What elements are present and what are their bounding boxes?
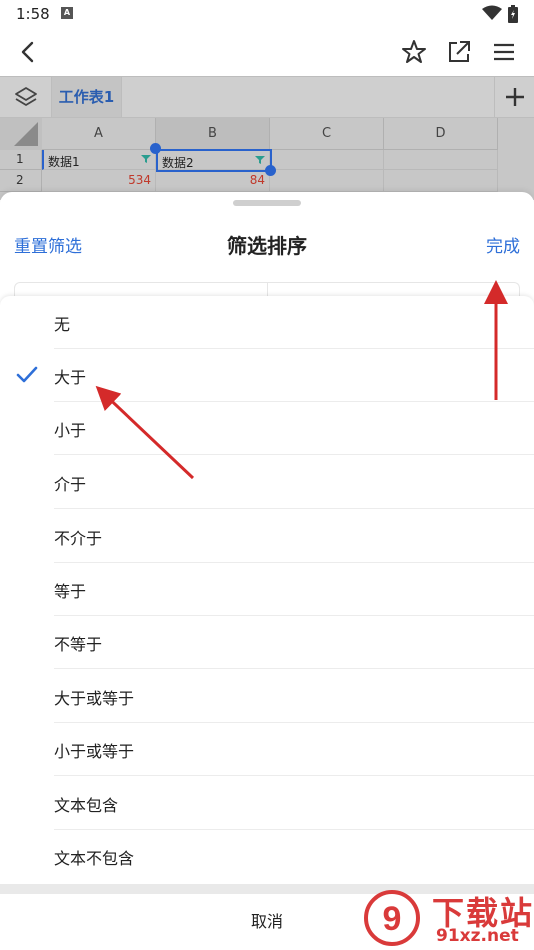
check-icon xyxy=(16,366,38,383)
option-label: 等于 xyxy=(54,582,87,601)
sim-icon: A xyxy=(61,7,73,19)
option-label: 文本包含 xyxy=(54,796,119,815)
option-equal[interactable]: 等于 xyxy=(0,563,534,616)
svg-text:9: 9 xyxy=(383,900,402,938)
option-label: 大于 xyxy=(54,368,87,387)
option-greater-or-equal[interactable]: 大于或等于 xyxy=(0,670,534,723)
corner-triangle-icon xyxy=(14,122,38,146)
watermark-logo: 9 xyxy=(364,890,420,946)
done-button[interactable]: 完成 xyxy=(486,232,520,257)
cell-c2[interactable] xyxy=(270,170,384,192)
share-icon[interactable] xyxy=(445,38,473,66)
selection-handle-bottom[interactable] xyxy=(265,165,276,176)
watermark: 9 下载站 91xz.net xyxy=(362,886,534,950)
condition-list: 无 大于 小于 介于 不介于 等于 不等于 大于或等于 小于或等于 文本包含 文… xyxy=(0,296,534,950)
option-label: 无 xyxy=(54,315,71,334)
option-none[interactable]: 无 xyxy=(0,296,534,349)
option-text-contains[interactable]: 文本包含 xyxy=(0,777,534,830)
sheet-header: 重置筛选 筛选排序 完成 xyxy=(0,214,534,274)
option-label: 不等于 xyxy=(54,635,103,654)
option-label: 文本不包含 xyxy=(54,849,135,868)
option-label: 大于或等于 xyxy=(54,689,135,708)
option-label: 小于 xyxy=(54,421,87,440)
option-label: 不介于 xyxy=(54,529,103,548)
spreadsheet-grid: A B C D 1 2 数据1 数据2 534 84 xyxy=(0,118,534,200)
column-header-c[interactable]: C xyxy=(270,118,384,150)
option-label: 小于或等于 xyxy=(54,742,135,761)
divider xyxy=(54,508,534,509)
cell-a2[interactable]: 534 xyxy=(42,170,156,192)
watermark-domain: 91xz.net xyxy=(436,926,519,946)
add-sheet-button[interactable] xyxy=(494,77,534,117)
column-header-b[interactable]: B xyxy=(156,118,270,150)
option-greater-than[interactable]: 大于 xyxy=(0,349,534,402)
filter-icon[interactable] xyxy=(141,154,151,164)
column-header-a[interactable]: A xyxy=(42,118,156,150)
plus-icon xyxy=(506,88,524,106)
option-between[interactable]: 介于 xyxy=(0,456,534,509)
option-less-or-equal[interactable]: 小于或等于 xyxy=(0,723,534,776)
cell-a1-text: 数据1 xyxy=(48,155,80,169)
cell-a1[interactable]: 数据1 xyxy=(42,150,156,170)
cell-d2[interactable] xyxy=(384,170,498,192)
selection-handle-top[interactable] xyxy=(150,143,161,154)
star-icon[interactable] xyxy=(400,38,428,66)
divider xyxy=(54,775,534,776)
cell-b1-text: 数据2 xyxy=(162,156,194,170)
filter-icon[interactable] xyxy=(255,155,265,165)
top-toolbar xyxy=(0,28,534,76)
option-not-between[interactable]: 不介于 xyxy=(0,510,534,563)
divider xyxy=(54,668,534,669)
select-all-corner[interactable] xyxy=(0,118,42,150)
cell-b1[interactable]: 数据2 xyxy=(156,149,272,172)
option-label: 介于 xyxy=(54,475,87,494)
cell-b2[interactable]: 84 xyxy=(156,170,270,192)
sheet-title: 筛选排序 xyxy=(227,234,307,258)
option-not-equal[interactable]: 不等于 xyxy=(0,616,534,669)
status-bar: 1:58 A xyxy=(0,0,534,28)
column-header-d[interactable]: D xyxy=(384,118,498,150)
layers-icon xyxy=(15,87,37,106)
divider xyxy=(54,454,534,455)
option-less-than[interactable]: 小于 xyxy=(0,402,534,455)
row-header-1[interactable]: 1 xyxy=(0,150,42,170)
cell-d1[interactable] xyxy=(384,150,498,170)
battery-icon xyxy=(508,5,518,23)
status-time: 1:58 xyxy=(16,5,50,23)
menu-icon[interactable] xyxy=(490,38,518,66)
option-text-not-contains[interactable]: 文本不包含 xyxy=(0,830,534,883)
layers-button[interactable] xyxy=(0,77,52,117)
tab-sheet1[interactable]: 工作表1 xyxy=(52,77,122,117)
row-header-2[interactable]: 2 xyxy=(0,170,42,192)
back-arrow-icon[interactable] xyxy=(14,38,42,66)
wifi-icon xyxy=(482,5,502,20)
drag-handle[interactable] xyxy=(233,200,301,206)
cell-c1[interactable] xyxy=(270,150,384,170)
sheet-tab-bar: 工作表1 xyxy=(0,76,534,118)
